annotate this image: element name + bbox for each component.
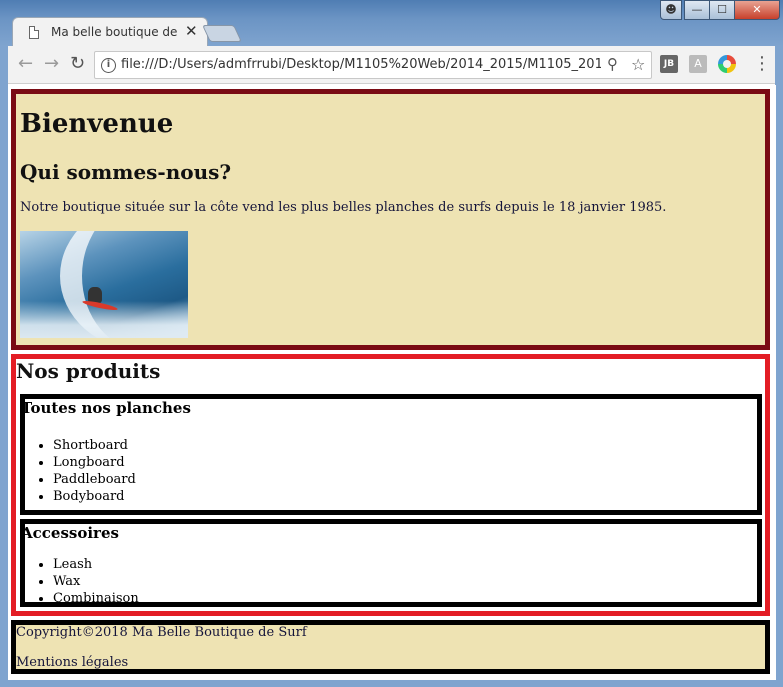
- list-item: Combinaison: [53, 590, 139, 607]
- page-title: Bienvenue: [20, 109, 174, 139]
- zoom-icon[interactable]: ⚲: [607, 55, 618, 73]
- back-button[interactable]: ←: [18, 54, 33, 74]
- extension-q-icon[interactable]: [718, 55, 736, 73]
- extension-jb-icon[interactable]: JB: [660, 55, 678, 73]
- about-text: Notre boutique située sur la côte vend l…: [20, 200, 667, 215]
- info-icon[interactable]: i: [101, 58, 116, 73]
- page-viewport: Bienvenue Qui sommes-nous? Notre boutiqu…: [8, 85, 776, 680]
- list-item: Paddleboard: [53, 471, 136, 488]
- copyright-text: Copyright©2018 Ma Belle Boutique de Surf: [16, 625, 307, 640]
- list-item: Shortboard: [53, 437, 136, 454]
- about-heading: Qui sommes-nous?: [20, 160, 232, 184]
- minimize-button[interactable]: —: [684, 0, 710, 20]
- products-section: Nos produits Toutes nos planches Shortbo…: [11, 354, 770, 616]
- list-item: Leash: [53, 556, 139, 573]
- browser-tab[interactable]: Ma belle boutique de sur ✕: [12, 17, 208, 47]
- accessories-list: Leash Wax Combinaison: [53, 556, 139, 607]
- list-item: Bodyboard: [53, 488, 136, 505]
- window-frame-bottom: [0, 680, 783, 687]
- window-titlebar: Ma belle boutique de sur ✕ ☻ — ☐ ✕: [0, 0, 783, 47]
- tab-title: Ma belle boutique de sur: [51, 25, 179, 39]
- window-frame-right: [775, 46, 783, 687]
- url-text[interactable]: file:///D:/Users/admfrrubi/Desktop/M1105…: [121, 57, 601, 72]
- maximize-button[interactable]: ☐: [709, 0, 735, 20]
- new-tab-button[interactable]: [202, 25, 242, 42]
- list-item: Longboard: [53, 454, 136, 471]
- boards-list: Shortboard Longboard Paddleboard Bodyboa…: [53, 437, 136, 505]
- user-profile-button[interactable]: ☻: [660, 0, 682, 20]
- window-frame-left: [0, 46, 8, 687]
- bookmark-star-icon[interactable]: ☆: [631, 55, 645, 74]
- products-heading: Nos produits: [16, 359, 161, 383]
- accessories-heading: Accessoires: [21, 524, 119, 542]
- boards-box: Toutes nos planches Shortboard Longboard…: [20, 394, 762, 515]
- page-footer: Copyright©2018 Ma Belle Boutique de Surf…: [11, 620, 770, 674]
- document-icon: [29, 26, 39, 39]
- forward-button[interactable]: →: [44, 54, 59, 74]
- tab-close-icon[interactable]: ✕: [185, 22, 198, 40]
- surfer-photo: [20, 231, 188, 338]
- list-item: Wax: [53, 573, 139, 590]
- browser-toolbar: ← → ↻ i file:///D:/Users/admfrrubi/Deskt…: [0, 46, 783, 84]
- extension-pdf-icon[interactable]: A: [689, 55, 707, 73]
- address-bar[interactable]: i file:///D:/Users/admfrrubi/Desktop/M11…: [94, 51, 652, 79]
- accessories-box: Accessoires Leash Wax Combinaison: [20, 519, 762, 607]
- reload-button[interactable]: ↻: [70, 54, 85, 74]
- close-window-button[interactable]: ✕: [734, 0, 780, 20]
- welcome-section: Bienvenue Qui sommes-nous? Notre boutiqu…: [11, 89, 770, 350]
- legal-notice-text: Mentions légales: [16, 655, 129, 670]
- boards-heading: Toutes nos planches: [21, 399, 191, 417]
- menu-icon[interactable]: ⋮: [753, 53, 771, 74]
